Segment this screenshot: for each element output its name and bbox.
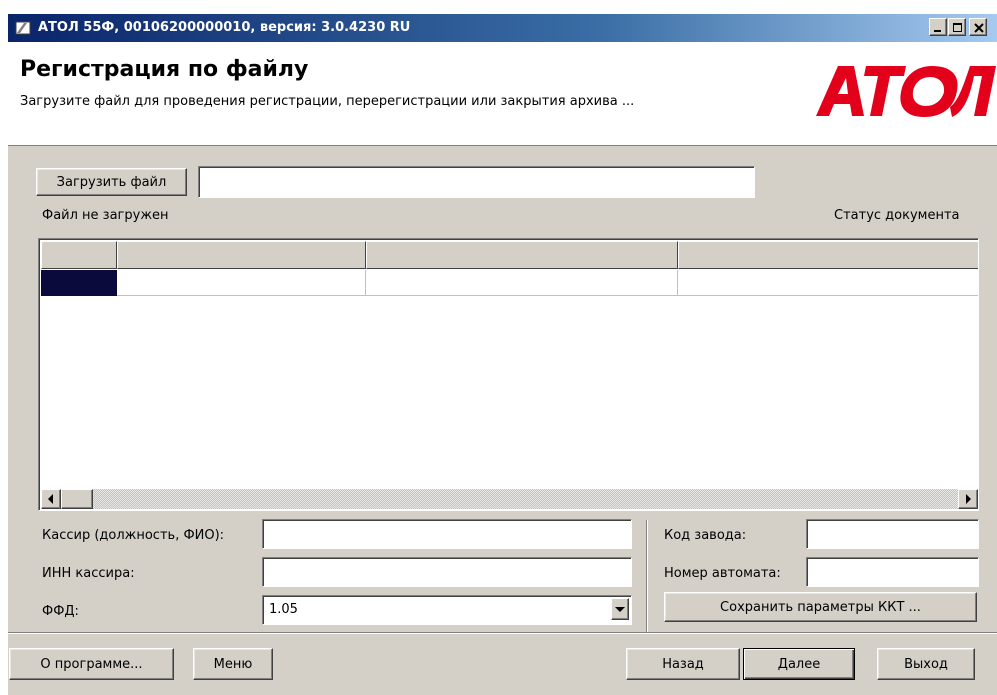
minimize-button[interactable] (929, 18, 947, 36)
grid-header-cell[interactable] (366, 241, 678, 269)
exit-button[interactable]: Выход (877, 648, 975, 680)
ffd-label: ФФД: (42, 604, 79, 619)
ffd-selected-value: 1.05 (269, 602, 298, 617)
factory-code-input[interactable] (806, 519, 979, 549)
close-button[interactable] (969, 18, 987, 36)
cashier-input[interactable] (262, 519, 632, 549)
arrow-right-icon (966, 494, 971, 504)
page-title: Регистрация по файлу (20, 57, 309, 82)
scroll-left-button[interactable] (41, 489, 61, 509)
form-divider (646, 520, 648, 646)
logo-mark (816, 66, 996, 117)
inn-label: ИНН кассира: (42, 566, 135, 581)
inn-input[interactable] (262, 557, 632, 587)
scroll-right-button[interactable] (958, 489, 978, 509)
atol-logo (814, 62, 997, 122)
maximize-button[interactable] (948, 18, 966, 36)
arrow-left-icon (48, 494, 53, 504)
document-status-label: Статус документа (834, 208, 960, 223)
factory-code-label: Код завода: (664, 528, 747, 543)
app-icon (15, 20, 31, 36)
ffd-dropdown-button[interactable] (611, 598, 629, 620)
grid-cell[interactable] (678, 270, 978, 296)
menu-button[interactable]: Меню (193, 648, 273, 680)
machine-number-input[interactable] (806, 557, 979, 587)
about-button[interactable]: О программе... (9, 648, 174, 680)
back-button[interactable]: Назад (626, 648, 740, 680)
grid-cell[interactable] (117, 270, 366, 296)
machine-number-label: Номер автомата: (664, 566, 781, 581)
chevron-down-icon (615, 607, 625, 612)
ffd-select[interactable]: 1.05 (262, 595, 632, 625)
horizontal-scrollbar[interactable] (41, 489, 978, 509)
grid-row-indicator[interactable] (41, 270, 117, 296)
grid-cell[interactable] (366, 270, 678, 296)
cashier-label: Кассир (должность, ФИО): (42, 528, 225, 543)
page-subtitle: Загрузите файл для проведения регистраци… (20, 94, 635, 109)
scroll-thumb[interactable] (61, 489, 93, 509)
window-title: АТОЛ 55Ф, 00106200000010, версия: 3.0.42… (38, 20, 411, 35)
next-button[interactable]: Далее (743, 648, 855, 680)
grid-header-cell[interactable] (41, 241, 117, 269)
file-path-input[interactable] (198, 166, 755, 198)
grid-header-cell[interactable] (117, 241, 366, 269)
load-file-button[interactable]: Загрузить файл (36, 168, 187, 196)
save-kkt-params-button[interactable]: Сохранить параметры ККТ ... (664, 592, 977, 622)
document-grid[interactable] (38, 238, 979, 511)
application-window: АТОЛ 55Ф, 00106200000010, версия: 3.0.42… (8, 14, 997, 695)
file-status-text: Файл не загружен (42, 208, 169, 223)
header-panel: Регистрация по файлу Загрузите файл для … (8, 42, 997, 146)
grid-header-cell[interactable] (678, 241, 978, 269)
title-bar[interactable]: АТОЛ 55Ф, 00106200000010, версия: 3.0.42… (8, 14, 997, 42)
